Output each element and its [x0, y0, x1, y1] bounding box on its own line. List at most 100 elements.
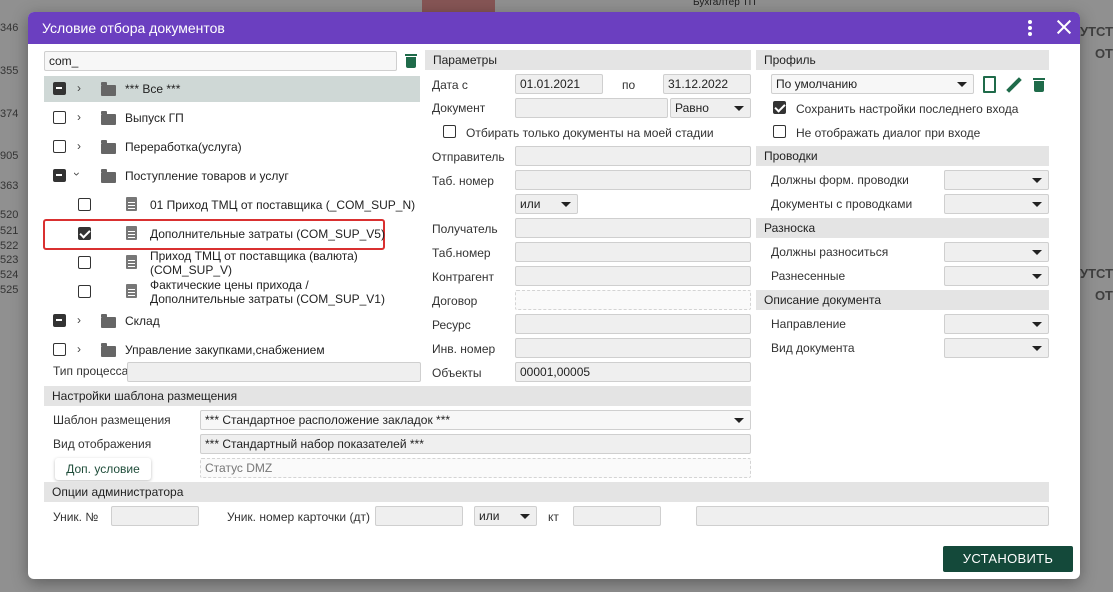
no-dialog-checkbox[interactable] — [773, 125, 786, 138]
resource-input[interactable] — [515, 314, 751, 334]
document-icon — [126, 197, 137, 211]
doc-desc-section-header: Описание документа — [756, 290, 1049, 310]
profile-select[interactable]: По умолчанию — [771, 74, 974, 94]
counterparty-input[interactable] — [515, 266, 751, 286]
save-last-checkbox[interactable] — [773, 101, 786, 114]
status-dmz-field[interactable]: Статус DMZ — [200, 458, 751, 478]
logic-operator-select[interactable]: или — [515, 194, 578, 214]
chevron-down-icon — [1032, 274, 1042, 279]
tree-checkbox[interactable] — [53, 169, 66, 182]
contract-input[interactable] — [515, 290, 751, 310]
tree-item-label[interactable]: *** Все *** — [125, 82, 180, 96]
folder-icon — [101, 111, 116, 125]
layout-template-value: *** Стандартное расположение закладок **… — [205, 413, 451, 427]
folder-icon — [101, 343, 116, 357]
tree-item-label[interactable]: Переработка(услуга) — [125, 140, 242, 154]
sender-tab-num-input[interactable] — [515, 170, 751, 190]
tree-item-label[interactable]: Управление закупками,снабжением — [125, 343, 325, 357]
delete-profile-trash-icon[interactable] — [1033, 78, 1045, 92]
recipient-tab-num-label: Таб.номер — [432, 246, 491, 260]
recipient-tab-num-input[interactable] — [515, 242, 751, 262]
dialog-titlebar: Условие отбора документов — [28, 12, 1080, 44]
distributed-select[interactable] — [944, 266, 1049, 286]
extra-condition-button[interactable]: Доп. условие — [55, 458, 151, 480]
sender-input[interactable] — [515, 146, 751, 166]
chevron-right-icon[interactable]: › — [77, 313, 81, 327]
tree-checkbox[interactable] — [53, 314, 66, 327]
tree-item-label[interactable]: Дополнительные затраты (COM_SUP_V5) — [150, 227, 385, 241]
folder-icon — [101, 82, 116, 96]
tree-checkbox[interactable] — [78, 285, 91, 298]
clear-search-trash-icon[interactable] — [405, 54, 417, 68]
inv-num-label: Инв. номер — [432, 342, 496, 356]
tree-item-label[interactable]: Выпуск ГП — [125, 111, 184, 125]
with-postings-select[interactable] — [944, 194, 1049, 214]
tree-item-label[interactable]: 01 Приход ТМЦ от поставщика (_COM_SUP_N) — [150, 198, 415, 212]
layout-template-select[interactable]: *** Стандартное расположение закладок **… — [200, 410, 751, 430]
install-button[interactable]: УСТАНОВИТЬ — [943, 546, 1073, 572]
direction-label: Направление — [771, 317, 846, 331]
card-num-input[interactable] — [375, 506, 463, 526]
document-operator-select[interactable]: Равно — [670, 98, 751, 118]
chevron-down-icon[interactable]: › — [70, 172, 84, 176]
document-input[interactable] — [515, 98, 668, 118]
edit-profile-icon[interactable] — [1006, 77, 1022, 93]
chevron-right-icon[interactable]: › — [77, 81, 81, 95]
sender-label: Отправитель — [432, 150, 505, 164]
tree-checkbox[interactable] — [53, 140, 66, 153]
document-icon — [126, 255, 137, 269]
close-icon[interactable] — [1054, 17, 1074, 37]
chevron-down-icon — [1032, 202, 1042, 207]
unique-num-input[interactable] — [111, 506, 199, 526]
postings-section-header: Проводки — [756, 146, 1049, 166]
chevron-right-icon[interactable]: › — [77, 110, 81, 124]
view-input[interactable]: *** Стандартный набор показателей *** — [200, 434, 751, 454]
inv-num-input[interactable] — [515, 338, 751, 358]
tree-search-input[interactable]: com_ — [44, 51, 397, 71]
admin-logic-operator-select[interactable]: или — [474, 506, 537, 526]
more-vert-icon[interactable] — [1024, 18, 1036, 38]
must-distribute-select[interactable] — [944, 242, 1049, 262]
must-form-select[interactable] — [944, 170, 1049, 190]
tree-checkbox[interactable] — [78, 227, 91, 240]
params-section-header: Параметры — [425, 50, 751, 70]
recipient-input[interactable] — [515, 218, 751, 238]
date-to-input[interactable]: 31.12.2022 — [663, 74, 751, 94]
folder-icon — [101, 140, 116, 154]
chevron-down-icon — [734, 418, 744, 423]
objects-label: Объекты — [432, 366, 482, 380]
tree-item-label[interactable]: Склад — [125, 314, 160, 328]
only-my-stage-label: Отбирать только документы на моей стадии — [466, 126, 714, 140]
tree-checkbox[interactable] — [78, 256, 91, 269]
distributed-label: Разнесенные — [771, 269, 846, 283]
tree-checkbox[interactable] — [78, 198, 91, 211]
objects-input[interactable]: 00001,00005 — [515, 362, 751, 382]
counterparty-label: Контрагент — [432, 270, 495, 284]
layout-template-label: Шаблон размещения — [53, 413, 171, 427]
with-postings-label: Документы с проводками — [771, 197, 913, 211]
tree-checkbox[interactable] — [53, 343, 66, 356]
direction-select[interactable] — [944, 314, 1049, 334]
chevron-right-icon[interactable]: › — [77, 342, 81, 356]
admin-logic-operator-value: или — [479, 509, 500, 523]
admin-extra-input[interactable] — [696, 506, 1049, 526]
folder-icon — [101, 169, 116, 183]
date-from-input[interactable]: 01.01.2021 — [515, 74, 603, 94]
chevron-down-icon — [1032, 346, 1042, 351]
chevron-right-icon[interactable]: › — [77, 139, 81, 153]
template-section-header: Настройки шаблона размещения — [44, 386, 751, 406]
kt-label: кт — [548, 510, 559, 524]
tree-item-label[interactable]: Фактические цены прихода / Дополнительны… — [150, 278, 405, 306]
tree-checkbox[interactable] — [53, 111, 66, 124]
kt-input[interactable] — [573, 506, 661, 526]
profile-section-header: Профиль — [756, 50, 1049, 70]
process-type-field[interactable] — [127, 362, 421, 382]
only-my-stage-checkbox[interactable] — [443, 125, 456, 138]
new-profile-icon[interactable] — [983, 76, 996, 93]
tree-item-label[interactable]: Приход ТМЦ от поставщика (валюта) (COM_S… — [150, 249, 360, 277]
tree-checkbox[interactable] — [53, 82, 66, 95]
document-operator-value: Равно — [675, 101, 709, 115]
doc-type-select[interactable] — [944, 338, 1049, 358]
tree-item-label[interactable]: Поступление товаров и услуг — [125, 169, 289, 183]
sender-tab-num-label: Таб. номер — [432, 174, 494, 188]
